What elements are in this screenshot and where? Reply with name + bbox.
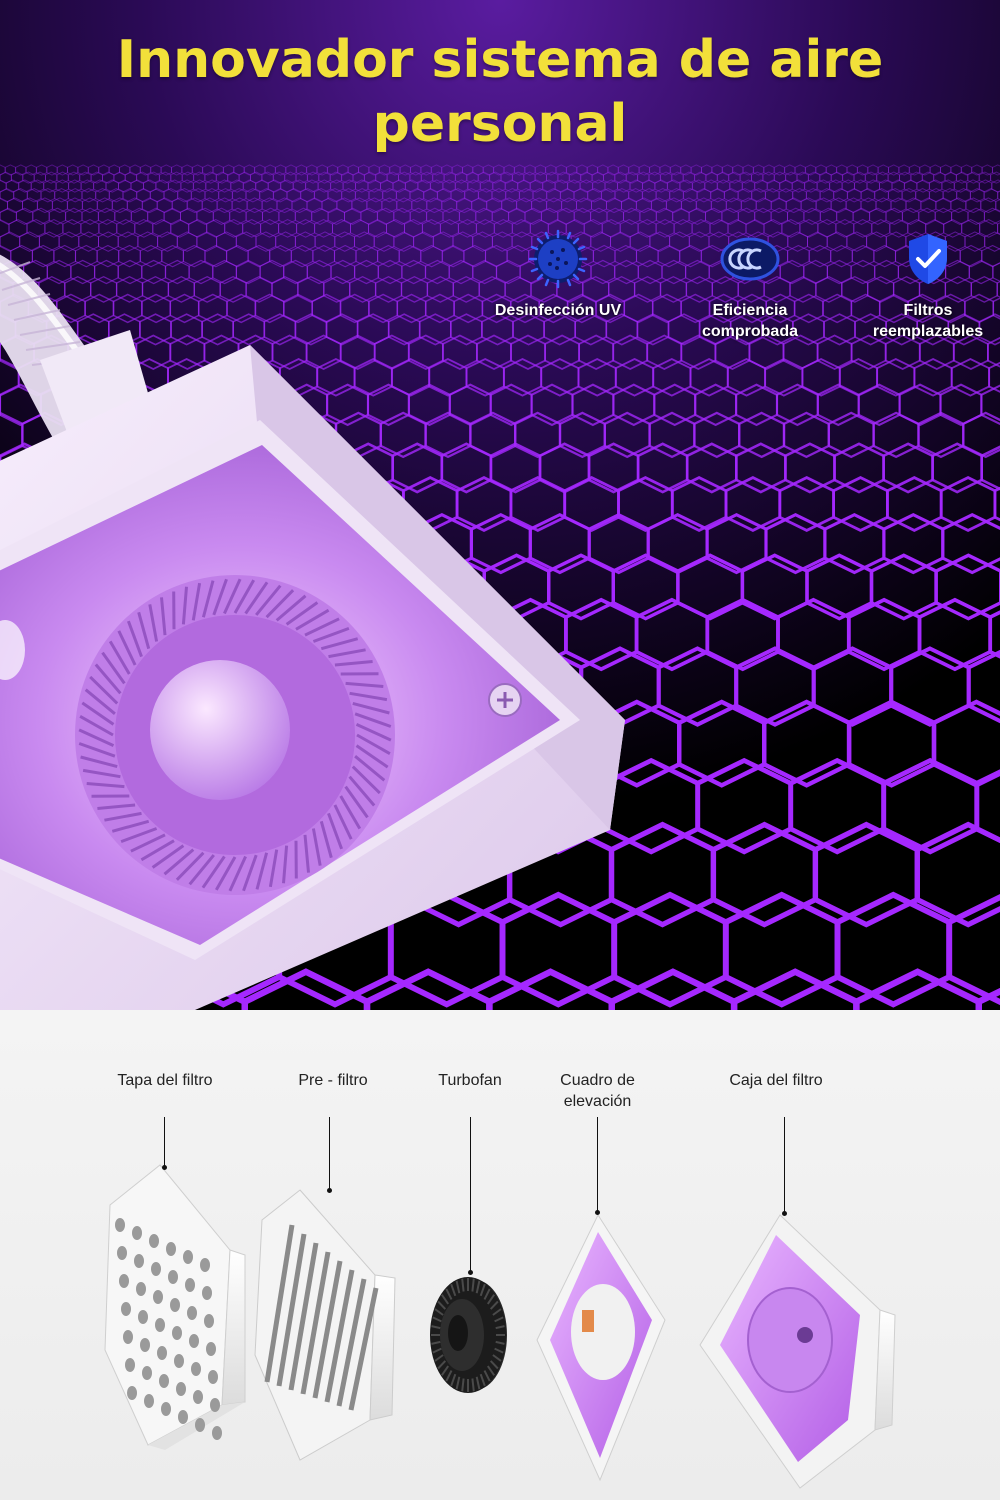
title-line-1: Innovador sistema de aire <box>116 30 884 90</box>
virus-icon <box>528 229 588 289</box>
filter-box-part <box>699 1214 896 1489</box>
pre-filter-part <box>254 1189 396 1461</box>
filter-cover-part <box>104 1164 246 1450</box>
label-lift-frame: Cuadro de elevación <box>560 1072 635 1110</box>
feature-efficiency-label: Eficiencia comprobada <box>701 302 798 340</box>
leader-line-filter-box <box>782 1117 787 1216</box>
feature-uv-label: Desinfección UV <box>494 302 622 319</box>
leader-line-filter-cover <box>162 1117 167 1170</box>
label-filter-box: Caja del filtro <box>729 1072 823 1089</box>
leader-line-turbofan <box>468 1117 473 1275</box>
leader-line-pre-filter <box>327 1117 332 1193</box>
lift-frame-part <box>536 1213 666 1482</box>
label-filter-cover: Tapa del filtro <box>117 1072 213 1089</box>
title-line-2: personal <box>372 94 628 154</box>
components-section: Tapa del filtro Pre - filtro Turbofan Cu… <box>0 1010 1000 1500</box>
feature-efficiency: Eficiencia comprobada <box>665 228 835 342</box>
label-turbofan: Turbofan <box>438 1072 502 1089</box>
turbofan-part <box>430 1277 507 1393</box>
label-pre-filter: Pre - filtro <box>298 1072 368 1089</box>
hero-section: Innovador sistema de aire personal Desin… <box>0 0 1000 1010</box>
shield-check-icon <box>909 234 947 284</box>
page-title: Innovador sistema de aire personal <box>0 28 1000 156</box>
product-page: Innovador sistema de aire personal Desin… <box>0 0 1000 1500</box>
feature-uv: Desinfección UV <box>473 228 643 321</box>
feature-filters-label: Filtros reemplazables <box>872 302 984 340</box>
leader-line-lift-frame <box>595 1117 600 1215</box>
feature-filters: Filtros reemplazables <box>843 228 1000 342</box>
ccc-certification-icon <box>720 237 780 281</box>
